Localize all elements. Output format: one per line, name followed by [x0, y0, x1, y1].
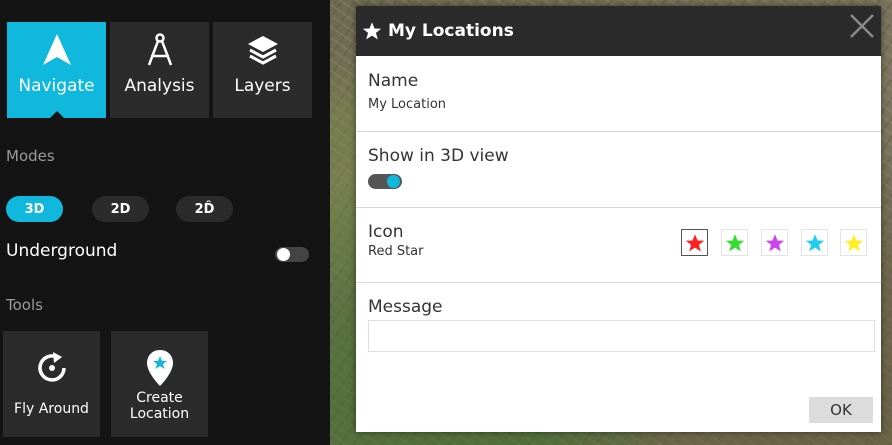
compass-icon: [145, 32, 175, 68]
left-panel: Navigate Analysis Layers Modes 3D 2D 2D̂…: [0, 0, 330, 445]
close-icon[interactable]: [849, 13, 875, 39]
fly-around-button[interactable]: Fly Around: [3, 331, 100, 437]
underground-toggle[interactable]: [275, 247, 309, 262]
main-tabs: Navigate Analysis Layers: [7, 22, 312, 118]
show-3d-label: Show in 3D view: [368, 146, 509, 166]
my-locations-dialog: My Locations Name My Location Show in 3D…: [356, 6, 881, 432]
message-field: Message: [356, 283, 881, 363]
tab-layers-label: Layers: [234, 76, 291, 96]
modes-title: Modes: [6, 147, 55, 165]
star-icon: [362, 21, 382, 41]
toggle-knob: [277, 248, 290, 261]
name-value[interactable]: My Location: [368, 97, 446, 112]
tab-analysis-label: Analysis: [124, 76, 195, 96]
underground-label: Underground: [6, 241, 118, 261]
toggle-knob: [387, 175, 400, 188]
icon-field: Icon Red Star: [356, 208, 881, 283]
name-label: Name: [368, 71, 419, 91]
create-location-label: Create Location: [129, 390, 190, 422]
rotate-icon: [33, 348, 71, 388]
purple-star-option[interactable]: [761, 229, 788, 256]
layers-icon: [245, 32, 281, 68]
mode-2d-north-button[interactable]: 2D̂: [176, 196, 233, 222]
green-star-option[interactable]: [721, 229, 748, 256]
dialog-title: My Locations: [388, 21, 514, 41]
tab-layers[interactable]: Layers: [213, 22, 312, 118]
cyan-star-option[interactable]: [801, 229, 828, 256]
message-label: Message: [368, 297, 443, 317]
navigate-arrow-icon: [40, 32, 74, 68]
mode-3d-button[interactable]: 3D: [6, 196, 63, 222]
show-3d-toggle[interactable]: [368, 174, 402, 189]
tab-analysis[interactable]: Analysis: [110, 22, 209, 118]
tab-navigate[interactable]: Navigate: [7, 22, 106, 118]
fly-around-label: Fly Around: [14, 401, 89, 417]
message-input[interactable]: [368, 320, 875, 352]
dialog-header: My Locations: [356, 6, 881, 56]
red-star-option[interactable]: [681, 229, 708, 256]
show-3d-field: Show in 3D view: [356, 132, 881, 208]
location-pin-icon: [145, 348, 175, 388]
mode-2d-button[interactable]: 2D: [92, 196, 149, 222]
tab-navigate-label: Navigate: [18, 76, 95, 96]
tools-title: Tools: [6, 296, 43, 314]
icon-label: Icon: [368, 222, 404, 242]
yellow-star-option[interactable]: [840, 229, 867, 256]
icon-value: Red Star: [368, 244, 424, 259]
create-location-button[interactable]: Create Location: [111, 331, 208, 437]
name-field: Name My Location: [356, 56, 881, 132]
ok-button[interactable]: OK: [809, 397, 873, 423]
